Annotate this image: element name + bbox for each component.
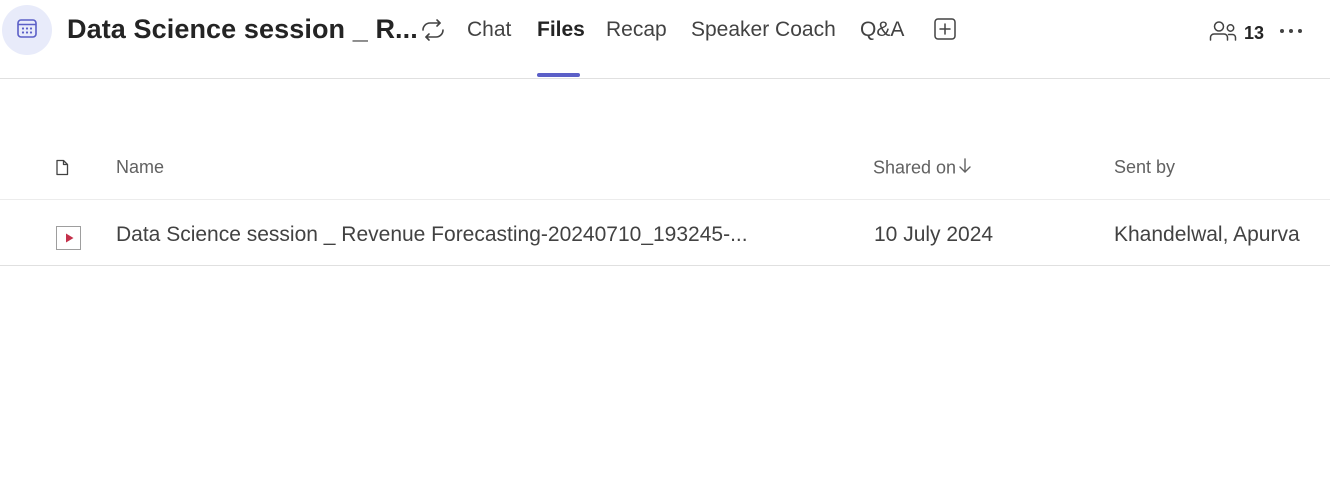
shared-on-label: Shared on	[873, 157, 957, 178]
meeting-header: Data Science session _ R... Chat Files R…	[0, 0, 1330, 79]
more-options-button[interactable]	[1278, 18, 1304, 44]
tab-files[interactable]: Files	[537, 18, 585, 42]
active-tab-indicator	[537, 73, 580, 77]
video-file-icon	[56, 226, 81, 250]
document-icon	[55, 159, 69, 180]
file-name[interactable]: Data Science session _ Revenue Forecasti…	[116, 223, 748, 247]
shared-on-column-header[interactable]: Shared on	[873, 157, 972, 180]
file-sent-by: Khandelwal, Apurva	[1114, 223, 1300, 246]
file-shared-on: 10 July 2024	[874, 223, 994, 246]
file-row[interactable]: Data Science session _ Revenue Forecasti…	[0, 200, 1330, 266]
tab-recap[interactable]: Recap	[606, 18, 667, 42]
meeting-title: Data Science session _ R...	[67, 14, 418, 44]
participants-count: 13	[1244, 23, 1265, 43]
sort-descending-icon	[958, 157, 972, 180]
file-type-column-header[interactable]	[55, 159, 69, 181]
sync-button[interactable]	[418, 17, 448, 47]
tab-speaker-coach[interactable]: Speaker Coach	[691, 18, 836, 42]
tab-qa[interactable]: Q&A	[860, 18, 904, 42]
calendar-icon	[15, 16, 39, 45]
sync-icon	[419, 18, 447, 47]
tab-chat[interactable]: Chat	[467, 18, 511, 42]
participants-button[interactable]: 13	[1208, 19, 1264, 48]
add-tab-icon	[933, 17, 957, 46]
add-tab-button[interactable]	[932, 17, 958, 46]
more-options-icon	[1279, 22, 1303, 40]
people-icon	[1208, 19, 1238, 48]
sent-by-column-header[interactable]: Sent by	[1114, 157, 1175, 178]
meeting-avatar[interactable]	[2, 5, 52, 55]
name-column-header[interactable]: Name	[116, 157, 164, 178]
